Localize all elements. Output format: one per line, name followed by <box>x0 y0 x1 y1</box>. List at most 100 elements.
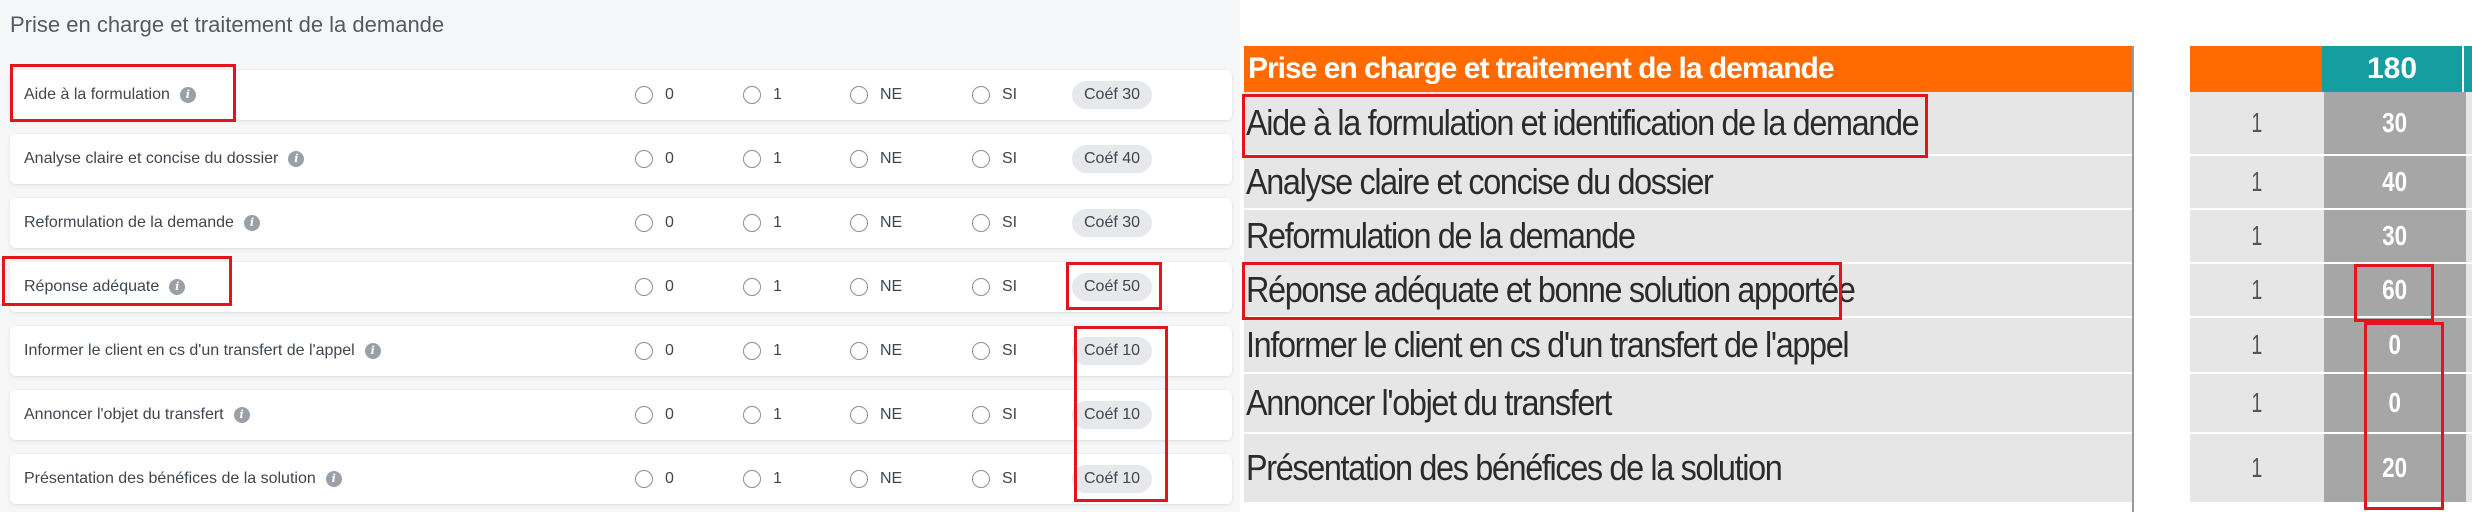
sheet-row-value: 30 <box>2324 210 2466 264</box>
sheet-row-label: Analyse claire et concise du dossier <box>1244 156 2132 210</box>
sheet-row-count: 1 <box>2190 318 2324 374</box>
info-icon[interactable]: i <box>233 406 250 423</box>
radio-button[interactable] <box>743 406 761 424</box>
option-si[interactable]: SI <box>972 262 1017 312</box>
highlight-box <box>2364 322 2444 510</box>
radio-button[interactable] <box>850 406 868 424</box>
criterion-label: Annoncer l'objet du transfert i <box>24 390 250 440</box>
highlight-box <box>2354 264 2434 322</box>
option-1[interactable]: 1 <box>743 326 782 376</box>
sheet-row-count: 1 <box>2190 210 2324 264</box>
option-1[interactable]: 1 <box>743 198 782 248</box>
radio-button[interactable] <box>635 278 653 296</box>
option-1[interactable]: 1 <box>743 390 782 440</box>
option-0[interactable]: 0 <box>635 134 674 184</box>
radio-button[interactable] <box>972 342 990 360</box>
radio-button[interactable] <box>850 214 868 232</box>
radio-button[interactable] <box>743 470 761 488</box>
criterion-row: Informer le client en cs d'un transfert … <box>10 326 1232 376</box>
criterion-row: Reformulation de la demande i 0 1 NE SI C… <box>10 198 1232 248</box>
radio-button[interactable] <box>850 86 868 104</box>
option-ne[interactable]: NE <box>850 198 902 248</box>
option-0[interactable]: 0 <box>635 326 674 376</box>
radio-button[interactable] <box>743 150 761 168</box>
sheet-row-count: 1 <box>2190 92 2324 156</box>
highlight-box <box>1074 326 1168 502</box>
radio-button[interactable] <box>972 150 990 168</box>
radio-button[interactable] <box>850 342 868 360</box>
option-1[interactable]: 1 <box>743 70 782 120</box>
sheet-row-count: 1 <box>2190 264 2324 318</box>
sheet-row-label: Reformulation de la demande <box>1244 210 2132 264</box>
radio-button[interactable] <box>635 470 653 488</box>
option-si[interactable]: SI <box>972 134 1017 184</box>
coefficient-badge: Coéf 30 <box>1072 81 1153 109</box>
option-si[interactable]: SI <box>972 198 1017 248</box>
sheet-row-value: 40 <box>2324 156 2466 210</box>
sheet-row-count: 1 <box>2190 156 2324 210</box>
option-0[interactable]: 0 <box>635 70 674 120</box>
sheet-row-edge <box>2466 434 2472 504</box>
coefficient-badge: Coéf 30 <box>1072 209 1153 237</box>
sheet-row-edge <box>2466 318 2472 374</box>
radio-button[interactable] <box>972 214 990 232</box>
radio-button[interactable] <box>635 214 653 232</box>
criterion-row: Annoncer l'objet du transfert i 0 1 NE SI… <box>10 390 1232 440</box>
sheet-row: Informer le client en cs d'un transfert … <box>1244 318 2472 374</box>
option-0[interactable]: 0 <box>635 198 674 248</box>
option-0[interactable]: 0 <box>635 262 674 312</box>
option-0[interactable]: 0 <box>635 454 674 504</box>
option-1[interactable]: 1 <box>743 134 782 184</box>
radio-button[interactable] <box>850 278 868 296</box>
radio-button[interactable] <box>635 406 653 424</box>
radio-button[interactable] <box>743 86 761 104</box>
info-icon[interactable]: i <box>364 342 381 359</box>
option-ne[interactable]: NE <box>850 262 902 312</box>
option-ne[interactable]: NE <box>850 134 902 184</box>
sheet-row-label: Annoncer l'objet du transfert <box>1244 374 2132 434</box>
option-si[interactable]: SI <box>972 390 1017 440</box>
option-ne[interactable]: NE <box>850 454 902 504</box>
sheet-row-label: Présentation des bénéfices de la solutio… <box>1244 434 2132 504</box>
sheet-section-header: Prise en charge et traitement de la dema… <box>1244 46 2132 92</box>
sheet-header-edge <box>2464 46 2472 92</box>
option-ne[interactable]: NE <box>850 390 902 440</box>
radio-button[interactable] <box>743 214 761 232</box>
option-si[interactable]: SI <box>972 326 1017 376</box>
spreadsheet-panel: Prise en charge et traitement de la dema… <box>1242 0 2472 512</box>
sheet-row: Reformulation de la demande 1 30 <box>1244 210 2472 264</box>
radio-button[interactable] <box>850 150 868 168</box>
sheet-row: Présentation des bénéfices de la solutio… <box>1244 434 2472 504</box>
highlight-box <box>2 256 232 306</box>
criterion-row: Présentation des bénéfices de la solutio… <box>10 454 1232 504</box>
option-ne[interactable]: NE <box>850 70 902 120</box>
radio-button[interactable] <box>850 470 868 488</box>
highlight-box <box>1242 94 1928 158</box>
option-si[interactable]: SI <box>972 454 1017 504</box>
option-si[interactable]: SI <box>972 70 1017 120</box>
info-icon[interactable]: i <box>288 150 305 167</box>
highlight-box <box>10 64 236 122</box>
section-title: Prise en charge et traitement de la dema… <box>10 12 445 37</box>
sheet-header-cell <box>2190 46 2322 92</box>
option-1[interactable]: 1 <box>743 262 782 312</box>
radio-button[interactable] <box>972 278 990 296</box>
radio-button[interactable] <box>635 342 653 360</box>
radio-button[interactable] <box>635 86 653 104</box>
sheet-row-label: Informer le client en cs d'un transfert … <box>1244 318 2132 374</box>
sheet-row-edge <box>2466 156 2472 210</box>
criterion-label: Reformulation de la demande i <box>24 198 260 248</box>
radio-button[interactable] <box>972 406 990 424</box>
info-icon[interactable]: i <box>325 470 342 487</box>
option-1[interactable]: 1 <box>743 454 782 504</box>
radio-button[interactable] <box>972 86 990 104</box>
info-icon[interactable]: i <box>243 214 260 231</box>
criterion-row: Analyse claire et concise du dossier i 0 … <box>10 134 1232 184</box>
sheet-row-edge <box>2466 264 2472 318</box>
radio-button[interactable] <box>635 150 653 168</box>
radio-button[interactable] <box>743 342 761 360</box>
radio-button[interactable] <box>743 278 761 296</box>
option-ne[interactable]: NE <box>850 326 902 376</box>
option-0[interactable]: 0 <box>635 390 674 440</box>
radio-button[interactable] <box>972 470 990 488</box>
